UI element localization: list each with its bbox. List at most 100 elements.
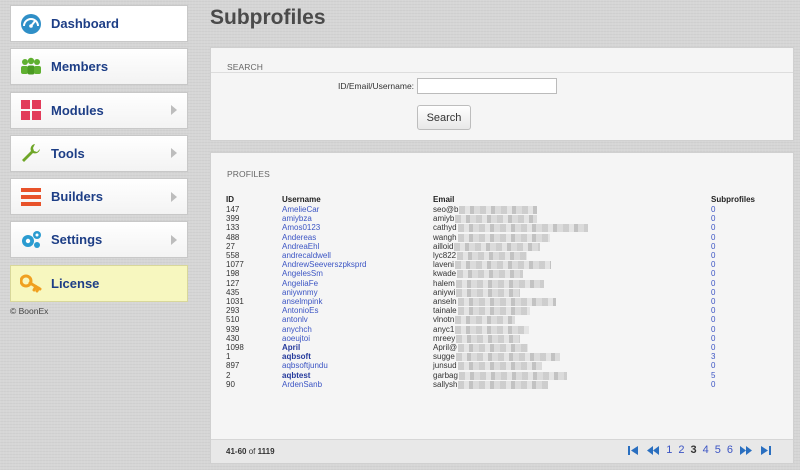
username-link[interactable]: aqbsoftjundu xyxy=(282,361,328,370)
username-link[interactable]: antonlv xyxy=(282,315,308,324)
cell-subprofiles[interactable]: 0 xyxy=(711,325,781,334)
table-row[interactable]: 293 AntonioEs tainale 0 xyxy=(226,306,781,315)
redacted-blur xyxy=(457,307,530,316)
username-link[interactable]: aoeujtoi xyxy=(282,334,310,343)
table-row[interactable]: 939 anychch anyc1 0 xyxy=(226,325,781,334)
table-row[interactable]: 510 antonlv vlnotn 0 xyxy=(226,315,781,324)
username-link[interactable]: anselmpink xyxy=(282,297,322,306)
username-link[interactable]: ArdenSanb xyxy=(282,380,322,389)
table-row[interactable]: 90 ArdenSanb sallysh 0 xyxy=(226,380,781,389)
cell-username: AndreaEhl xyxy=(282,242,433,251)
username-link[interactable]: AmelieCar xyxy=(282,205,319,214)
redacted-blur xyxy=(455,279,544,288)
cell-subprofiles[interactable]: 0 xyxy=(711,334,781,343)
cell-subprofiles[interactable]: 0 xyxy=(711,279,781,288)
cell-subprofiles[interactable]: 0 xyxy=(711,233,781,242)
table-row[interactable]: 1 aqbsoft sugge 3 xyxy=(226,352,781,361)
cell-subprofiles[interactable]: 0 xyxy=(711,269,781,278)
table-row[interactable]: 1077 AndrewSeeverszpksprd laveni 0 xyxy=(226,260,781,269)
cell-subprofiles[interactable]: 0 xyxy=(711,214,781,223)
cell-subprofiles[interactable]: 0 xyxy=(711,380,781,389)
sidebar-item-dashboard[interactable]: Dashboard xyxy=(10,5,188,42)
column-header-id[interactable]: ID xyxy=(226,194,282,205)
username-link[interactable]: andrecaldwell xyxy=(282,251,331,260)
table-row[interactable]: 127 AngeliaFe halem 0 xyxy=(226,279,781,288)
cell-username: AntonioEs xyxy=(282,306,433,315)
page-number-3[interactable]: 3 xyxy=(691,444,697,456)
table-row[interactable]: 435 aniywnmy aniywi 0 xyxy=(226,288,781,297)
sidebar-item-license[interactable]: License xyxy=(10,264,188,302)
cell-subprofiles[interactable]: 0 xyxy=(711,242,781,251)
next-page-icon[interactable] xyxy=(740,445,752,456)
table-row[interactable]: 1098 April April@ 0 xyxy=(226,343,781,352)
username-link[interactable]: AngelesSm xyxy=(282,269,323,278)
cell-subprofiles[interactable]: 0 xyxy=(711,306,781,315)
cell-subprofiles[interactable]: 0 xyxy=(711,288,781,297)
cell-id: 293 xyxy=(226,306,240,316)
column-header-username[interactable]: Username xyxy=(282,194,433,205)
table-row[interactable]: 133 Amos0123 cathyd 0 xyxy=(226,223,781,232)
sidebar-item-tools[interactable]: Tools xyxy=(10,134,188,172)
redacted-blur xyxy=(457,270,524,279)
username-link[interactable]: aniywnmy xyxy=(282,288,318,297)
table-row[interactable]: 2 aqbtest garbag 5 xyxy=(226,371,781,380)
username-link[interactable]: Amos0123 xyxy=(282,223,320,232)
last-page-icon[interactable] xyxy=(760,445,771,456)
cell-subprofiles[interactable]: 3 xyxy=(711,352,781,361)
column-header-subprofiles[interactable]: Subprofiles xyxy=(711,194,781,205)
page-number-1[interactable]: 1 xyxy=(666,444,672,456)
cell-subprofiles[interactable]: 5 xyxy=(711,371,781,380)
table-row[interactable]: 558 andrecaldwell lyc822 0 xyxy=(226,251,781,260)
email-text: wangh xyxy=(433,232,457,242)
page-number-6[interactable]: 6 xyxy=(727,444,733,456)
cell-email: sallysh xyxy=(433,380,711,389)
table-row[interactable]: 897 aqbsoftjundu junsud 0 xyxy=(226,361,781,370)
cell-email: lyc822 xyxy=(433,251,711,260)
key-icon xyxy=(20,272,42,294)
first-page-icon[interactable] xyxy=(628,445,639,456)
cell-subprofiles[interactable]: 0 xyxy=(711,205,781,214)
username-link[interactable]: AndrewSeeverszpksprd xyxy=(282,260,366,269)
cell-subprofiles[interactable]: 0 xyxy=(711,251,781,260)
sidebar-item-members[interactable]: Members xyxy=(10,48,188,86)
table-row[interactable]: 1031 anselmpink anseln 0 xyxy=(226,297,781,306)
username-link[interactable]: AntonioEs xyxy=(282,306,318,315)
username-link[interactable]: aqbtest xyxy=(282,371,310,380)
username-link[interactable]: aqbsoft xyxy=(282,352,311,361)
page-number-4[interactable]: 4 xyxy=(703,444,709,456)
cell-subprofiles[interactable]: 0 xyxy=(711,343,781,352)
table-row[interactable]: 430 aoeujtoi mreey 0 xyxy=(226,334,781,343)
cell-subprofiles[interactable]: 0 xyxy=(711,361,781,370)
sidebar-item-builders[interactable]: Builders xyxy=(10,178,188,216)
cell-subprofiles[interactable]: 0 xyxy=(711,223,781,232)
username-link[interactable]: AndreaEhl xyxy=(282,242,319,251)
search-button[interactable]: Search xyxy=(417,105,471,130)
username-link[interactable]: amiybza xyxy=(282,214,312,223)
previous-page-icon[interactable] xyxy=(647,445,660,456)
email-text: amiyb xyxy=(433,214,455,224)
page-number-5[interactable]: 5 xyxy=(715,444,721,456)
username-link[interactable]: Andereas xyxy=(282,233,316,242)
username-link[interactable]: anychch xyxy=(282,325,312,334)
table-row[interactable]: 147 AmelieCar seo@b 0 xyxy=(226,205,781,214)
sidebar-item-modules[interactable]: Modules xyxy=(10,91,188,129)
builders-bars-icon xyxy=(20,186,42,208)
search-input[interactable] xyxy=(417,78,557,94)
cell-subprofiles[interactable]: 0 xyxy=(711,297,781,306)
cell-id: 435 xyxy=(226,287,240,297)
table-row[interactable]: 488 Andereas wangh 0 xyxy=(226,233,781,242)
page-number-2[interactable]: 2 xyxy=(678,444,684,456)
sidebar-item-label: License xyxy=(51,275,100,291)
cell-subprofiles[interactable]: 0 xyxy=(711,260,781,269)
table-row[interactable]: 27 AndreaEhl ailloid 0 xyxy=(226,242,781,251)
cell-id: 2 xyxy=(226,370,231,380)
sidebar-item-settings[interactable]: Settings xyxy=(10,221,188,259)
cell-username: AndrewSeeverszpksprd xyxy=(282,260,433,269)
table-row[interactable]: 399 amiybza amiyb 0 xyxy=(226,214,781,223)
table-row[interactable]: 198 AngelesSm kwade 0 xyxy=(226,269,781,278)
cell-subprofiles[interactable]: 0 xyxy=(711,315,781,324)
column-header-email[interactable]: Email xyxy=(433,194,711,205)
cell-username: aniywnmy xyxy=(282,288,433,297)
username-link[interactable]: AngeliaFe xyxy=(282,279,318,288)
username-link[interactable]: April xyxy=(282,343,300,352)
